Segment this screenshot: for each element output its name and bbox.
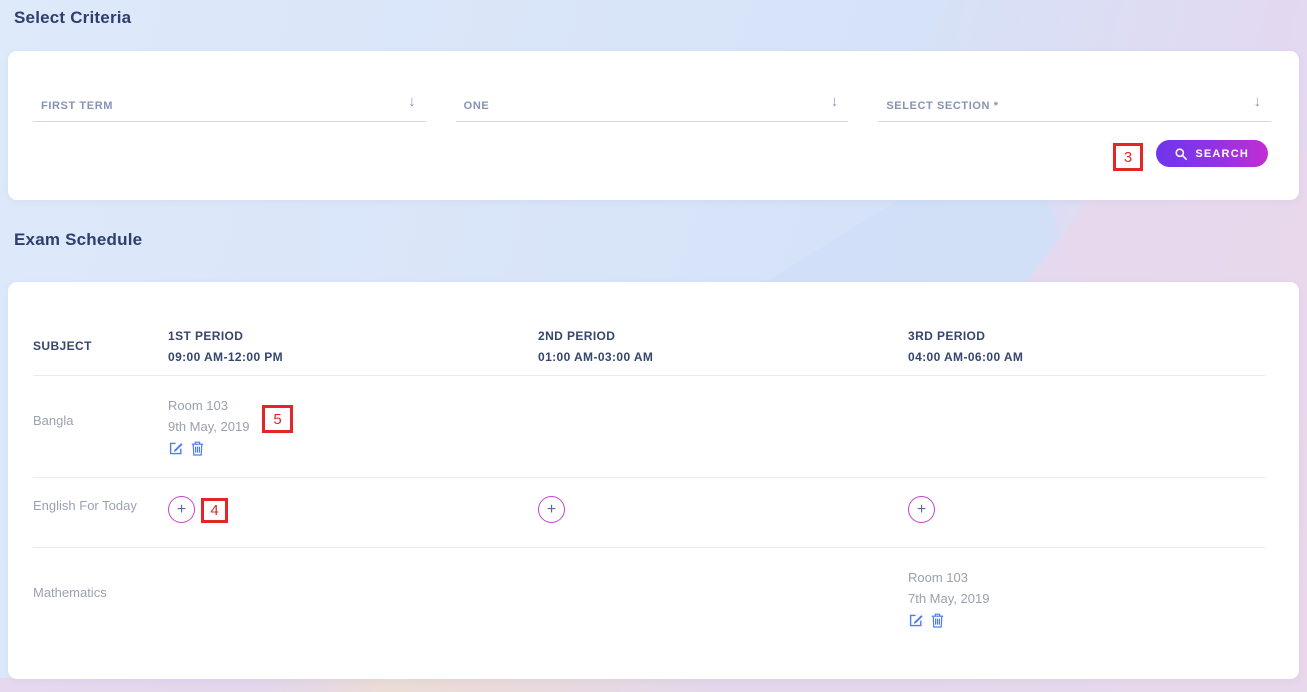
edit-icon[interactable] <box>168 440 184 456</box>
term-select-value: FIRST TERM <box>41 100 113 112</box>
period-2-column-header: 2ND PERIOD 01:00 AM-03:00 AM <box>538 282 908 375</box>
entry-actions <box>908 612 1265 628</box>
exam-schedule-card: SUBJECT 1ST PERIOD 09:00 AM-12:00 PM 2ND… <box>8 282 1299 679</box>
select-criteria-card: FIRST TERM ↓ ONE ↓ SELECT SECTION * ↓ <box>8 51 1299 200</box>
period-name: 3RD PERIOD <box>908 326 1265 347</box>
chevron-down-icon: ↓ <box>831 93 839 110</box>
empty-cell <box>908 376 1265 477</box>
search-button-label: SEARCH <box>1195 148 1249 160</box>
criteria-fields-row: FIRST TERM ↓ ONE ↓ SELECT SECTION * ↓ <box>33 96 1271 122</box>
table-header-row: SUBJECT 1ST PERIOD 09:00 AM-12:00 PM 2ND… <box>33 282 1265 375</box>
subject-label: Mathematics <box>33 548 168 679</box>
subject-label: Bangla <box>33 376 168 477</box>
term-select[interactable]: FIRST TERM ↓ <box>33 96 426 122</box>
room-label: Room 103 <box>908 567 1265 588</box>
subject-label: English For Today <box>33 478 168 547</box>
add-exam-button[interactable]: + <box>168 496 195 523</box>
chevron-down-icon: ↓ <box>408 93 416 110</box>
exam-entry-cell: Room 103 7th May, 2019 <box>908 548 1265 679</box>
period-3-column-header: 3RD PERIOD 04:00 AM-06:00 AM <box>908 282 1265 375</box>
delete-icon[interactable] <box>191 441 204 456</box>
empty-cell <box>168 548 538 679</box>
period-time: 04:00 AM-06:00 AM <box>908 347 1265 368</box>
section-select[interactable]: SELECT SECTION * ↓ <box>878 96 1271 122</box>
table-row-mathematics: Mathematics Room 103 7th May, 2019 <box>33 547 1265 679</box>
edit-icon[interactable] <box>908 612 924 628</box>
search-button[interactable]: SEARCH <box>1156 140 1268 167</box>
exam-entry-cell: Room 103 9th May, 2019 <box>168 376 538 477</box>
empty-cell <box>538 548 908 679</box>
period-1-column-header: 1ST PERIOD 09:00 AM-12:00 PM <box>168 282 538 375</box>
date-label: 9th May, 2019 <box>168 416 538 437</box>
period-name: 1ST PERIOD <box>168 326 538 347</box>
entry-actions <box>168 440 538 456</box>
empty-cell <box>538 376 908 477</box>
background-bottom-strip <box>0 678 1307 692</box>
add-exam-cell: + <box>538 478 908 547</box>
page-background: Select Criteria FIRST TERM ↓ ONE ↓ SELEC… <box>0 0 1307 692</box>
add-exam-cell: + <box>908 478 1265 547</box>
subject-column-header: SUBJECT <box>33 282 168 375</box>
add-exam-button[interactable]: + <box>538 496 565 523</box>
exam-schedule-table: SUBJECT 1ST PERIOD 09:00 AM-12:00 PM 2ND… <box>33 282 1265 679</box>
annotation-box-4: 4 <box>201 498 228 523</box>
criteria-actions: SEARCH <box>1156 140 1268 167</box>
period-time: 01:00 AM-03:00 AM <box>538 347 908 368</box>
class-select[interactable]: ONE ↓ <box>456 96 849 122</box>
annotation-box-3: 3 <box>1113 143 1143 171</box>
search-icon <box>1175 148 1187 160</box>
room-label: Room 103 <box>168 395 538 416</box>
section-select-placeholder: SELECT SECTION * <box>886 100 998 112</box>
class-select-value: ONE <box>464 100 490 112</box>
chevron-down-icon: ↓ <box>1254 93 1262 110</box>
exam-schedule-title: Exam Schedule <box>14 230 142 250</box>
period-name: 2ND PERIOD <box>538 326 908 347</box>
date-label: 7th May, 2019 <box>908 588 1265 609</box>
annotation-box-5: 5 <box>262 405 293 433</box>
period-time: 09:00 AM-12:00 PM <box>168 347 538 368</box>
add-exam-button[interactable]: + <box>908 496 935 523</box>
table-row-bangla: Bangla Room 103 9th May, 2019 <box>33 375 1265 477</box>
delete-icon[interactable] <box>931 613 944 628</box>
select-criteria-title: Select Criteria <box>14 8 131 28</box>
